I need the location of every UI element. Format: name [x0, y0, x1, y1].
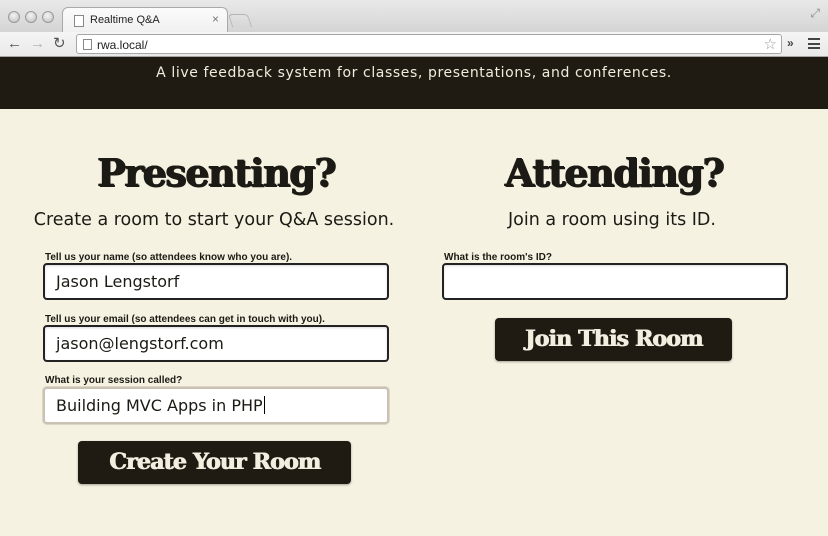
tab-title: Realtime Q&A — [90, 14, 160, 26]
room-id-label: What is the room's ID? — [444, 252, 552, 263]
name-label: Tell us your name (so attendees know who… — [45, 252, 293, 263]
new-tab-button[interactable] — [227, 14, 253, 27]
zoom-window-button[interactable] — [42, 11, 54, 23]
url-text[interactable]: rwa.local/ — [97, 38, 148, 52]
back-icon[interactable]: ← — [7, 35, 22, 53]
email-label: Tell us your email (so attendees can get… — [45, 314, 325, 325]
site-header: A live feedback system for classes, pres… — [0, 57, 828, 109]
room-id-field[interactable] — [442, 263, 788, 300]
menu-icon[interactable] — [808, 38, 820, 49]
forward-icon[interactable]: → — [30, 35, 45, 53]
page-icon — [83, 39, 92, 50]
browser-titlebar: Realtime Q&A × ⤢ — [0, 0, 828, 33]
attending-subheading: Join a room using its ID. — [508, 210, 716, 230]
presenting-subheading: Create a room to start your Q&A session. — [33, 210, 395, 230]
create-room-button[interactable]: Create Your Room — [78, 441, 351, 484]
bookmark-star-icon[interactable]: ☆ — [764, 35, 777, 53]
browser-tab[interactable]: Realtime Q&A × — [62, 7, 228, 33]
name-value: Jason Lengstorf — [56, 272, 180, 291]
extensions-chevron-icon[interactable]: » — [787, 36, 794, 50]
reload-icon[interactable]: ↻ — [53, 35, 66, 53]
text-caret — [263, 396, 265, 414]
attending-heading: Attending? — [504, 150, 725, 195]
name-field[interactable]: Jason Lengstorf — [43, 263, 389, 300]
email-value: jason@lengstorf.com — [56, 334, 224, 353]
close-tab-icon[interactable]: × — [212, 12, 219, 26]
minimize-window-button[interactable] — [25, 11, 37, 23]
page-icon — [74, 15, 84, 27]
tagline: A live feedback system for classes, pres… — [156, 65, 672, 81]
session-field[interactable]: Building MVC Apps in PHP — [43, 387, 389, 424]
session-label: What is your session called? — [45, 375, 183, 386]
session-value: Building MVC Apps in PHP — [56, 396, 263, 415]
email-field[interactable]: jason@lengstorf.com — [43, 325, 389, 362]
fullscreen-icon[interactable]: ⤢ — [810, 6, 820, 21]
close-window-button[interactable] — [8, 11, 20, 23]
address-bar[interactable]: rwa.local/ ☆ — [76, 34, 782, 54]
browser-toolbar: ← → ↻ rwa.local/ ☆ » — [0, 32, 828, 57]
presenting-heading: Presenting? — [97, 150, 336, 195]
join-room-button[interactable]: Join This Room — [495, 318, 732, 361]
